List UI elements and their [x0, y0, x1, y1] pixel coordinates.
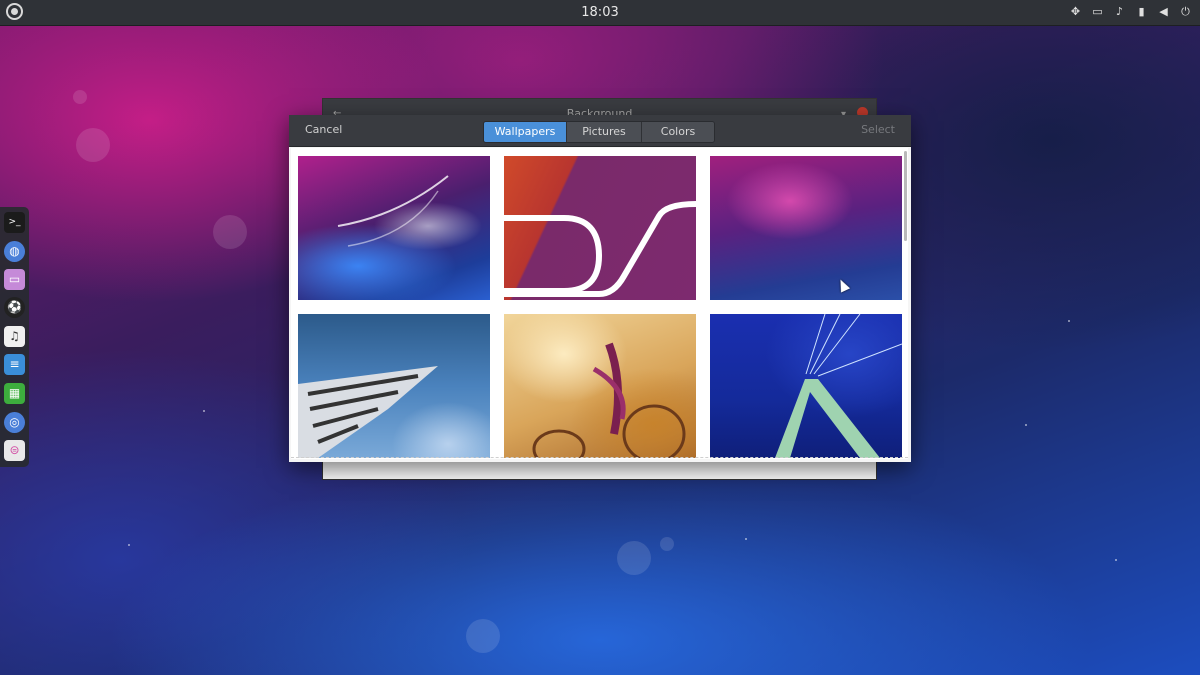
text-editor-icon[interactable]: ≡ — [4, 354, 25, 375]
desktop-bokeh — [76, 128, 110, 162]
dock: >_ ◍ ▭ ⚽ ♫ ≡ ▦ ◎ ⊜ — [0, 207, 29, 467]
desktop-bokeh — [617, 541, 651, 575]
desktop-star — [203, 410, 205, 412]
volume-icon[interactable]: ◀ — [1157, 5, 1170, 19]
power-icon[interactable]: ⏻ — [1179, 5, 1192, 19]
tab-wallpapers[interactable]: Wallpapers — [484, 122, 567, 142]
wallpaper-thumbnail[interactable] — [710, 314, 902, 458]
gallery-scrollbar[interactable] — [904, 151, 907, 241]
gallery-bottom-edge — [291, 457, 908, 458]
wallpaper-thumbnail[interactable] — [298, 314, 490, 458]
tab-bar: Wallpapers Pictures Colors — [483, 121, 715, 143]
battery-icon[interactable]: ▮ — [1135, 5, 1148, 19]
files-icon[interactable]: ▭ — [4, 269, 25, 290]
tab-colors[interactable]: Colors — [642, 122, 714, 142]
wallpaper-gallery[interactable] — [291, 148, 908, 459]
desktop-bokeh — [466, 619, 500, 653]
settings-icon[interactable]: ⊜ — [4, 440, 25, 461]
desktop-bokeh — [660, 537, 674, 551]
system-tray: ✥ ▭ ♪ ▮ ◀ ⏻ — [1069, 5, 1192, 19]
clock[interactable]: 18:03 — [0, 5, 1200, 20]
desktop-bokeh — [213, 215, 247, 249]
purple-red-ribbon-wallpaper-icon — [504, 201, 696, 297]
spreadsheet-icon[interactable]: ▦ — [4, 383, 25, 404]
chrome-icon[interactable]: ◎ — [4, 412, 25, 433]
cancel-button[interactable]: Cancel — [299, 121, 348, 138]
tab-pictures[interactable]: Pictures — [567, 122, 642, 142]
notifications-icon[interactable]: ▭ — [1091, 5, 1104, 19]
wallpaper-thumbnail[interactable] — [504, 156, 696, 300]
desktop-star — [1068, 320, 1070, 322]
network-icon[interactable]: ✥ — [1069, 5, 1082, 19]
wallpaper-dialog: Cancel Wallpapers Pictures Colors Select — [289, 115, 911, 462]
abstract-magenta-blue-wallpaper-icon — [337, 175, 449, 247]
building-facade-sky-wallpaper-icon — [298, 366, 438, 458]
blue-sky-structure-wallpaper-icon — [775, 314, 902, 458]
music-icon[interactable]: ♫ — [4, 326, 25, 347]
bell-icon[interactable]: ♪ — [1113, 5, 1126, 19]
top-panel: 18:03 ✥ ▭ ♪ ▮ ◀ ⏻ — [0, 0, 1200, 26]
terminal-icon[interactable]: >_ — [4, 212, 25, 233]
dialog-header: Cancel Wallpapers Pictures Colors Select — [289, 115, 911, 147]
desktop-star — [128, 544, 130, 546]
desktop-bokeh — [73, 90, 87, 104]
wallpaper-thumbnail[interactable] — [710, 156, 902, 300]
desktop-star — [1115, 559, 1117, 561]
desktop-star — [1025, 424, 1027, 426]
soccer-game-icon[interactable]: ⚽ — [4, 297, 25, 318]
wallpaper-thumbnail[interactable] — [298, 156, 490, 300]
golden-macro-plant-wallpaper-icon — [532, 342, 686, 458]
web-browser-icon[interactable]: ◍ — [4, 241, 25, 262]
select-button[interactable]: Select — [857, 121, 899, 138]
wallpaper-thumbnail[interactable] — [504, 314, 696, 458]
desktop-star — [745, 538, 747, 540]
